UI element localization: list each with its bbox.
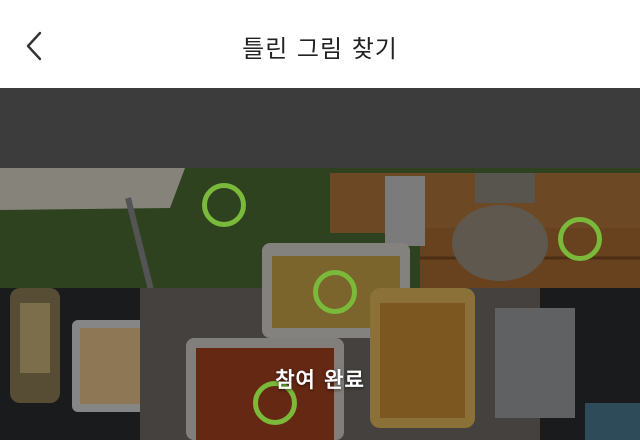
found-difference-marker	[558, 217, 602, 261]
page-title: 틀린 그림 찾기	[242, 34, 398, 63]
participation-complete-text: 참여 완료	[275, 368, 365, 392]
found-difference-marker	[202, 183, 246, 227]
found-difference-marker	[313, 270, 357, 314]
top-image-area	[0, 88, 640, 168]
app-header: 틀린 그림 찾기	[0, 0, 640, 88]
